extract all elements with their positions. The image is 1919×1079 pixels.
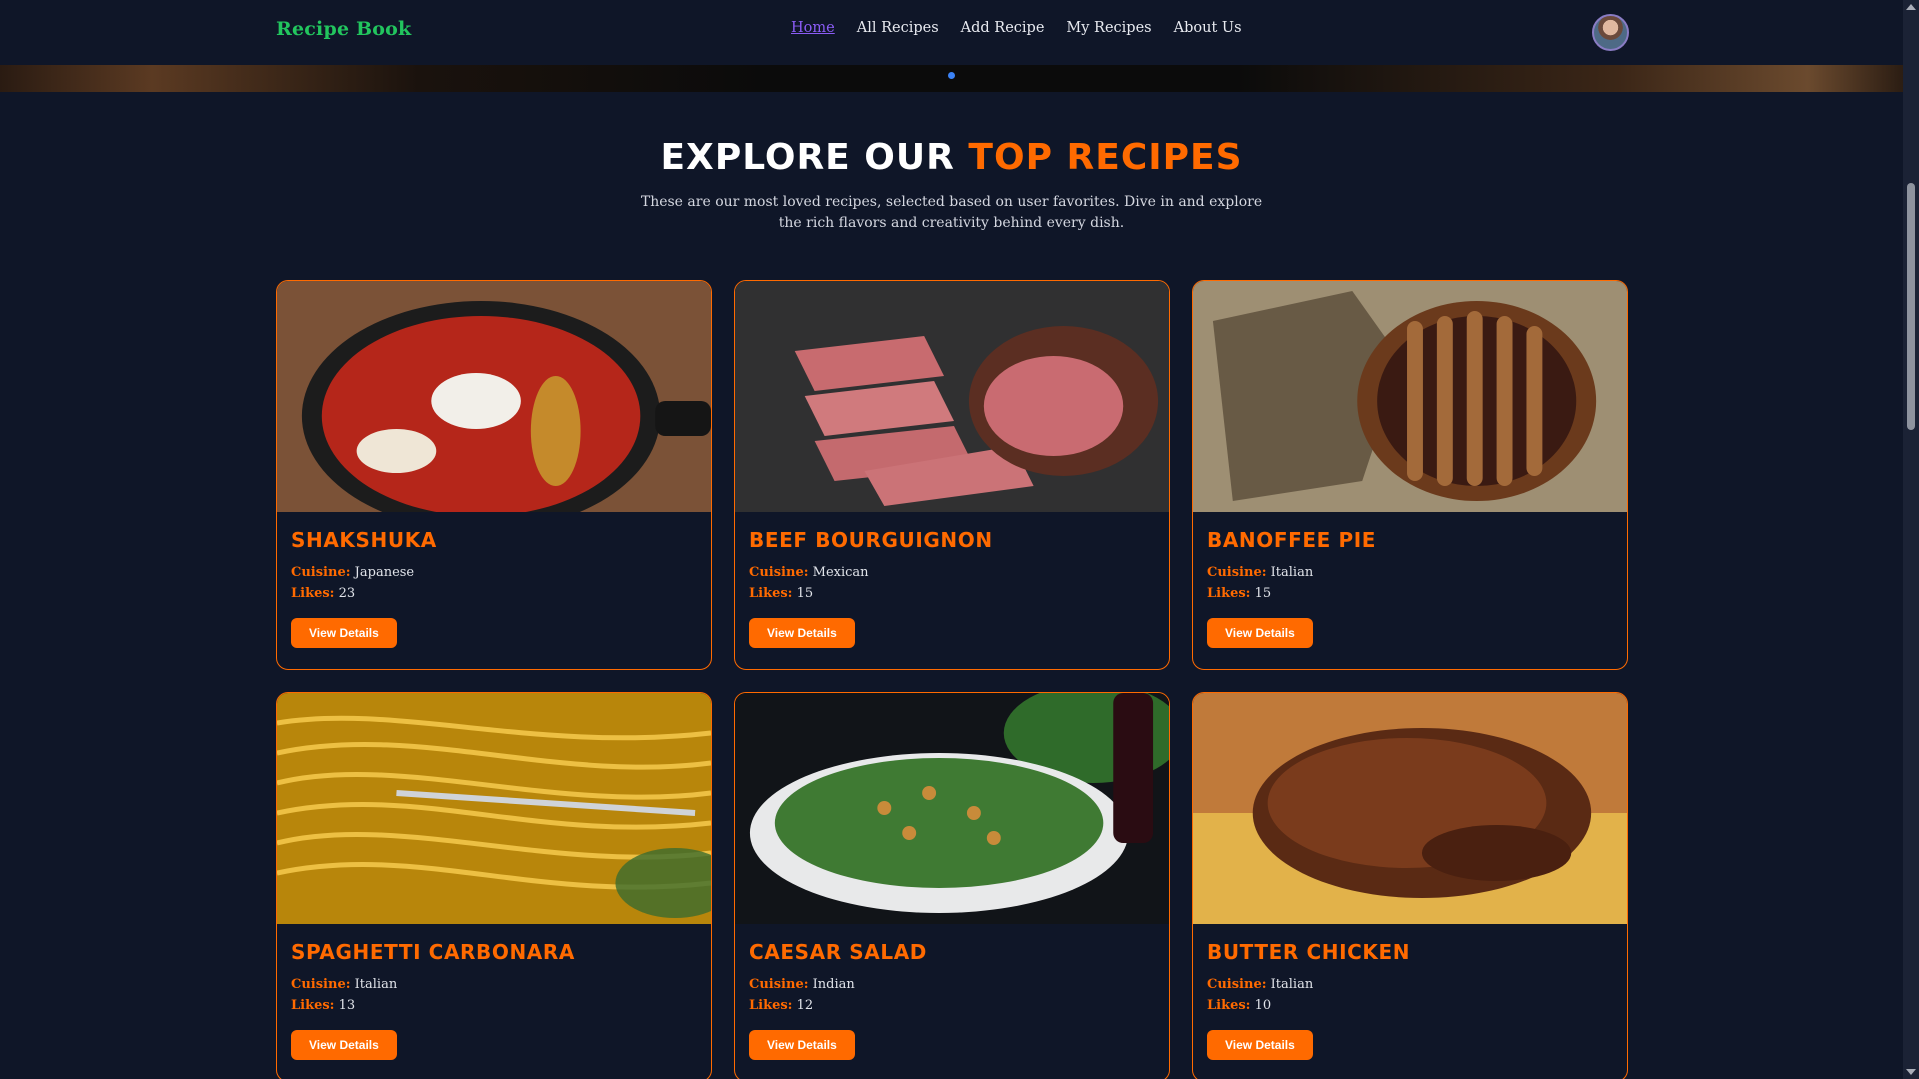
view-details-button[interactable]: View Details <box>291 618 397 648</box>
cuisine-value: Italian <box>1270 565 1314 580</box>
likes-value: 12 <box>796 998 814 1013</box>
vertical-scrollbar[interactable] <box>1903 0 1919 1079</box>
recipe-name: Butter Chicken <box>1207 940 1411 964</box>
recipe-card-body: Caesar Salad Cuisine: Indian Likes: 12 V… <box>735 924 1169 1074</box>
section-subtitle: These are our most loved recipes, select… <box>640 194 1263 231</box>
recipe-name: Spaghetti Carbonara <box>291 940 575 964</box>
likes-value: 15 <box>796 586 814 601</box>
nav-about-us-link[interactable]: About Us <box>1174 20 1242 36</box>
likes-value: 13 <box>338 998 356 1013</box>
cuisine-value: Mexican <box>812 565 869 580</box>
view-details-button[interactable]: View Details <box>291 1030 397 1060</box>
recipe-card: Butter Chicken Cuisine: Italian Likes: 1… <box>1192 692 1628 1079</box>
likes-label: Likes: <box>749 998 793 1013</box>
cuisine-label: Cuisine: <box>1207 565 1267 580</box>
recipe-image-banoffee-pie <box>1193 281 1627 512</box>
recipe-image-caesar-salad <box>735 693 1169 924</box>
cuisine-value: Italian <box>354 977 398 992</box>
scroll-down-arrow-icon[interactable] <box>1906 1069 1916 1075</box>
recipe-name: Banoffee Pie <box>1207 528 1377 552</box>
likes-label: Likes: <box>291 586 335 601</box>
recipe-card: Shakshuka Cuisine: Japanese Likes: 23 Vi… <box>276 280 712 670</box>
recipe-likes: Likes: 15 <box>1207 583 1613 604</box>
cuisine-value: Italian <box>1270 977 1314 992</box>
cuisine-label: Cuisine: <box>749 565 809 580</box>
nav-all-recipes-link[interactable]: All Recipes <box>857 20 939 36</box>
recipe-card: Caesar Salad Cuisine: Indian Likes: 12 V… <box>734 692 1170 1079</box>
recipe-book-page: Recipe Book Home All Recipes Add Recipe … <box>0 0 1919 1079</box>
recipe-card: Banoffee Pie Cuisine: Italian Likes: 15 … <box>1192 280 1628 670</box>
recipe-image-beef-bourguignon <box>735 281 1169 512</box>
likes-value: 15 <box>1254 586 1272 601</box>
section-title-plain: Explore Our <box>660 137 955 178</box>
cuisine-value: Japanese <box>354 565 415 580</box>
nav-my-recipes-link[interactable]: My Recipes <box>1066 20 1151 36</box>
likes-label: Likes: <box>749 586 793 601</box>
recipe-image-shakshuka <box>277 281 711 512</box>
recipe-name: Beef Bourguignon <box>749 528 993 552</box>
section-title: Explore Our Top Recipes <box>0 137 1903 178</box>
view-details-button[interactable]: View Details <box>749 1030 855 1060</box>
view-details-button[interactable]: View Details <box>1207 1030 1313 1060</box>
recipe-likes: Likes: 23 <box>291 583 697 604</box>
cuisine-label: Cuisine: <box>1207 977 1267 992</box>
scroll-thumb[interactable] <box>1907 183 1915 430</box>
recipe-image-spaghetti-carbonara <box>277 693 711 924</box>
recipe-cuisine: Cuisine: Italian <box>1207 562 1613 583</box>
recipe-card-body: Beef Bourguignon Cuisine: Mexican Likes:… <box>735 512 1169 662</box>
recipe-cuisine: Cuisine: Mexican <box>749 562 1155 583</box>
likes-value: 10 <box>1254 998 1272 1013</box>
recipe-card-body: Shakshuka Cuisine: Japanese Likes: 23 Vi… <box>277 512 711 662</box>
recipe-name: Shakshuka <box>291 528 437 552</box>
recipe-card-body: Butter Chicken Cuisine: Italian Likes: 1… <box>1193 924 1627 1074</box>
recipe-cuisine: Cuisine: Japanese <box>291 562 697 583</box>
recipe-card-body: Banoffee Pie Cuisine: Italian Likes: 15 … <box>1193 512 1627 662</box>
recipe-cuisine: Cuisine: Italian <box>1207 974 1613 995</box>
cuisine-label: Cuisine: <box>749 977 809 992</box>
cuisine-value: Indian <box>812 977 855 992</box>
nav-add-recipe-link[interactable]: Add Recipe <box>961 20 1045 36</box>
recipe-likes: Likes: 12 <box>749 995 1155 1016</box>
carousel-indicator-dot[interactable] <box>948 72 955 79</box>
recipe-name: Caesar Salad <box>749 940 927 964</box>
recipe-card-body: Spaghetti Carbonara Cuisine: Italian Lik… <box>277 924 711 1074</box>
top-navbar: Recipe Book Home All Recipes Add Recipe … <box>0 0 1903 65</box>
recipe-likes: Likes: 13 <box>291 995 697 1016</box>
section-title-accent: Top Recipes <box>968 137 1243 178</box>
recipe-cuisine: Cuisine: Indian <box>749 974 1155 995</box>
view-details-button[interactable]: View Details <box>749 618 855 648</box>
recipe-likes: Likes: 10 <box>1207 995 1613 1016</box>
scroll-up-arrow-icon[interactable] <box>1906 4 1916 10</box>
cuisine-label: Cuisine: <box>291 565 351 580</box>
user-avatar[interactable] <box>1592 14 1629 51</box>
nav-home-link[interactable]: Home <box>791 20 835 36</box>
likes-label: Likes: <box>291 998 335 1013</box>
likes-label: Likes: <box>1207 998 1251 1013</box>
recipe-likes: Likes: 15 <box>749 583 1155 604</box>
recipe-cuisine: Cuisine: Italian <box>291 974 697 995</box>
nav-links: Home All Recipes Add Recipe My Recipes A… <box>791 20 1242 36</box>
brand-logo[interactable]: Recipe Book <box>276 18 411 40</box>
recipe-image-butter-chicken <box>1193 693 1627 924</box>
recipe-card: Beef Bourguignon Cuisine: Mexican Likes:… <box>734 280 1170 670</box>
view-details-button[interactable]: View Details <box>1207 618 1313 648</box>
likes-value: 23 <box>338 586 356 601</box>
likes-label: Likes: <box>1207 586 1251 601</box>
recipe-card: Spaghetti Carbonara Cuisine: Italian Lik… <box>276 692 712 1079</box>
recipe-grid: Shakshuka Cuisine: Japanese Likes: 23 Vi… <box>276 280 1629 1079</box>
cuisine-label: Cuisine: <box>291 977 351 992</box>
